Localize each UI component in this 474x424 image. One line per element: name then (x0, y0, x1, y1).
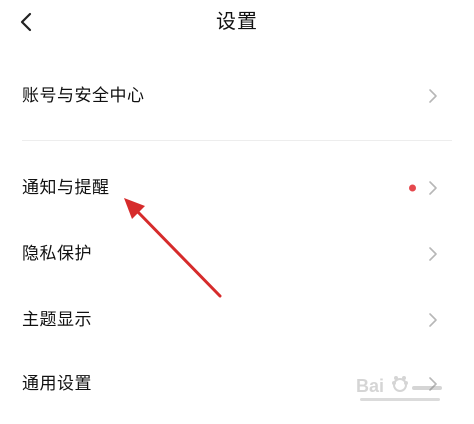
settings-item-notifications[interactable]: 通知与提醒 (0, 158, 474, 218)
section-divider (22, 140, 452, 141)
header: 设置 (0, 0, 474, 44)
chevron-right-icon (429, 181, 437, 195)
settings-item-privacy[interactable]: 隐私保护 (0, 224, 474, 284)
notification-dot (409, 184, 416, 192)
settings-item-label: 账号与安全中心 (22, 86, 145, 106)
page-title: 设置 (216, 9, 258, 33)
settings-item-label: 主题显示 (22, 310, 92, 330)
svg-text:Bai: Bai (356, 376, 384, 396)
chevron-right-icon (429, 247, 437, 261)
chevron-right-icon (429, 89, 437, 103)
settings-page: 设置 账号与安全中心 通知与提醒 隐私保护 主题显示 通用设置 Bai (0, 0, 474, 424)
settings-item-theme[interactable]: 主题显示 (0, 290, 474, 350)
settings-item-account-security[interactable]: 账号与安全中心 (0, 66, 474, 126)
settings-item-label: 隐私保护 (22, 244, 92, 264)
watermark-logo: Bai (356, 376, 442, 401)
chevron-right-icon (429, 313, 437, 327)
settings-item-label: 通知与提醒 (22, 178, 110, 198)
settings-item-label: 通用设置 (22, 374, 92, 394)
